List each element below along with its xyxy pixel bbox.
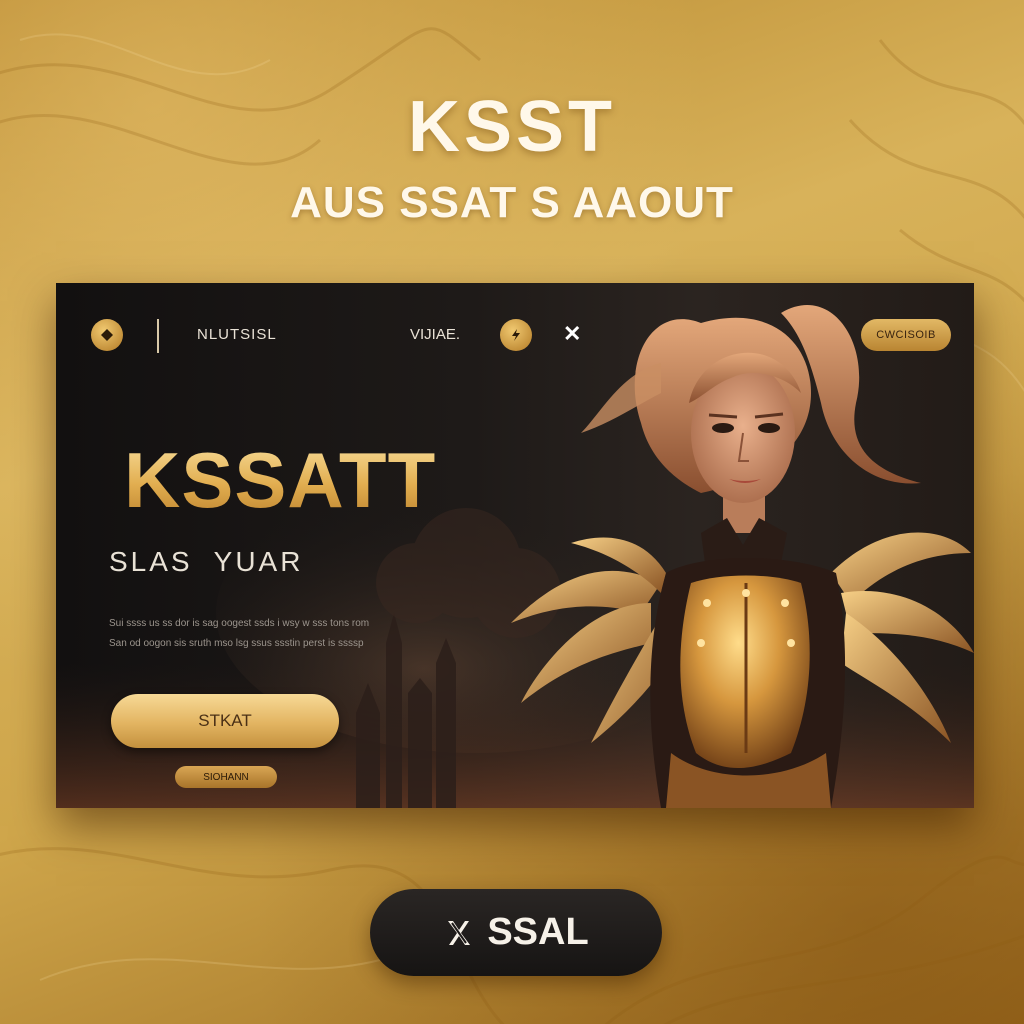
bottom-button-label: SSAL (487, 911, 589, 953)
x-logo-icon (448, 920, 471, 945)
nav-brand[interactable]: NLUTSISL (197, 326, 277, 343)
description-line: Sui ssss us ss dor is sag oogest ssds i … (109, 618, 370, 629)
secondary-button[interactable]: SIOHANN (175, 766, 277, 788)
nav-divider (157, 319, 159, 353)
page-title: KSST (407, 87, 617, 167)
page-subtitle: AUS SSAT S AAOUT (290, 178, 734, 227)
start-button[interactable]: STKAT (111, 694, 339, 748)
panel-description: Sui ssss us ss dor is sag oogest ssds i … (109, 614, 439, 654)
panel-subtitle: SLAS YUAR (109, 546, 304, 577)
diamond-icon[interactable] (91, 319, 123, 351)
bottom-action-button[interactable]: SSAL (370, 889, 662, 976)
hero-preview-panel: NLUTSISL VIJIAE. ✕ CWCISOIB KSSATT SLAS … (56, 283, 974, 808)
panel-title: KSSATT (124, 436, 437, 524)
description-line: San od oogon sis sruth mso lsg ssus ssst… (109, 638, 364, 649)
armored-heroine-illustration (511, 305, 974, 808)
